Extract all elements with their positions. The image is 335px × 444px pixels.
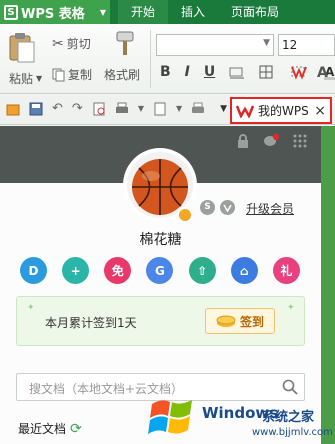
watermark: Windows 系统之家 www.bjjmlv.com bbox=[140, 390, 335, 444]
docer-icon[interactable]: D bbox=[20, 257, 47, 284]
cut-button[interactable]: ✂ 剪切 bbox=[52, 35, 91, 52]
free-icon[interactable]: 免 bbox=[104, 257, 132, 284]
watermark-url: www.bjjmlv.com bbox=[252, 427, 333, 438]
format-painter-icon[interactable] bbox=[114, 30, 136, 58]
copy-label: 复制 bbox=[68, 68, 93, 82]
preview-icon[interactable] bbox=[92, 102, 106, 116]
copy-button[interactable]: 复制 bbox=[52, 66, 92, 83]
decoration-icon: ✦ bbox=[27, 303, 35, 313]
undo-icon[interactable]: ↶ bbox=[52, 101, 63, 116]
title-bar: S WPS 表格 ▼ 开始 插入 页面布局 bbox=[0, 0, 335, 24]
wps-small-icon[interactable] bbox=[290, 64, 308, 80]
tab-insert[interactable]: 插入 bbox=[168, 0, 218, 24]
copy-icon bbox=[52, 68, 65, 81]
gift-icon[interactable]: 礼 bbox=[272, 257, 300, 284]
wps-logo-icon: S bbox=[4, 4, 18, 20]
format-row: B I U A bbox=[160, 64, 335, 80]
printer-icon[interactable] bbox=[191, 102, 205, 116]
underline-button[interactable]: U bbox=[204, 64, 215, 80]
print-icon[interactable] bbox=[115, 102, 129, 116]
open-folder-icon[interactable] bbox=[6, 102, 20, 116]
scissors-icon: ✂ bbox=[52, 35, 64, 52]
grid-menu-icon[interactable] bbox=[293, 134, 307, 148]
wps-logo-icon bbox=[236, 105, 254, 118]
upgrade-member-link[interactable]: 升级会员 bbox=[246, 200, 294, 217]
refresh-icon[interactable]: ⟳ bbox=[70, 421, 82, 437]
username: 棉花糖 bbox=[139, 232, 182, 248]
save-icon[interactable] bbox=[29, 102, 43, 116]
tab-page-layout[interactable]: 页面布局 bbox=[218, 0, 292, 24]
chevron-down-icon: ▼ bbox=[99, 7, 106, 17]
svg-text:A: A bbox=[317, 65, 328, 80]
ribbon: 粘贴 ▼ ✂ 剪切 复制 格式刷 ▼ 12 B I U A A bbox=[0, 24, 335, 94]
decoration-icon: ✦ bbox=[287, 303, 295, 313]
super-member-badge-icon: S bbox=[200, 200, 215, 215]
app-shortcuts: D + 免 G ⇧ ⌂ 礼 bbox=[20, 257, 300, 284]
member-shield-icon bbox=[220, 200, 235, 215]
text-color-icon[interactable] bbox=[229, 65, 245, 79]
more-dropdown-icon[interactable]: ▼ bbox=[220, 104, 227, 114]
sign-in-button[interactable]: 签到 bbox=[205, 308, 275, 334]
font-size-a-icon[interactable]: A bbox=[316, 64, 334, 80]
app-name: WPS 表格 bbox=[21, 6, 85, 22]
doc-tab-label: 我的WPS bbox=[258, 104, 309, 118]
app-menu-button[interactable]: S WPS 表格 ▼ bbox=[0, 0, 110, 24]
format-painter-button[interactable]: 格式刷 bbox=[104, 66, 140, 83]
chevron-down-icon: ▼ bbox=[36, 74, 43, 83]
font-name-select[interactable]: ▼ bbox=[156, 34, 274, 56]
cut-label: 剪切 bbox=[66, 37, 91, 51]
doc-tab-my-wps[interactable]: 我的WPS × bbox=[230, 97, 332, 124]
vip-badge-icon bbox=[177, 207, 193, 223]
italic-button[interactable]: I bbox=[185, 64, 190, 80]
border-icon[interactable] bbox=[259, 65, 277, 79]
format-painter-label: 格式刷 bbox=[104, 68, 141, 82]
windows-logo-icon bbox=[148, 400, 192, 434]
sign-in-count-text: 本月累计签到1天 bbox=[45, 316, 137, 330]
tab-home[interactable]: 开始 bbox=[118, 0, 169, 24]
sign-in-card: ✦ ✦ 本月累计签到1天 签到 bbox=[16, 296, 305, 346]
sign-in-label: 签到 bbox=[239, 314, 264, 329]
paste-label: 粘贴 bbox=[9, 72, 34, 86]
page-icon[interactable] bbox=[153, 102, 167, 116]
redo-icon[interactable]: ↷ bbox=[72, 101, 83, 116]
recent-documents-header: 最近文档 ⟳ bbox=[18, 420, 82, 437]
paste-icon[interactable] bbox=[6, 30, 38, 64]
plus-app-icon[interactable]: + bbox=[62, 257, 90, 284]
bold-button[interactable]: B bbox=[160, 64, 171, 80]
chevron-down-icon[interactable]: ▼ bbox=[138, 104, 144, 113]
font-size-select[interactable]: 12 bbox=[278, 34, 335, 56]
font-size-value: 12 bbox=[282, 38, 298, 52]
divider bbox=[150, 30, 151, 88]
cloud-upload-icon[interactable]: ⇧ bbox=[188, 257, 216, 284]
message-icon[interactable] bbox=[263, 134, 279, 148]
print-app-icon[interactable]: ⌂ bbox=[230, 257, 258, 284]
paste-button[interactable]: 粘贴 ▼ bbox=[9, 70, 42, 87]
chevron-down-icon: ▼ bbox=[263, 38, 270, 48]
chevron-down-icon[interactable]: ▼ bbox=[176, 104, 182, 113]
lock-icon[interactable] bbox=[237, 134, 249, 148]
coins-icon bbox=[216, 315, 236, 327]
recent-documents-label: 最近文档 bbox=[18, 422, 67, 436]
watermark-sub: 系统之家 bbox=[262, 410, 315, 425]
close-icon[interactable]: × bbox=[314, 103, 326, 119]
g-app-icon[interactable]: G bbox=[146, 257, 174, 284]
ribbon-tabs: 开始 插入 页面布局 bbox=[118, 0, 292, 24]
